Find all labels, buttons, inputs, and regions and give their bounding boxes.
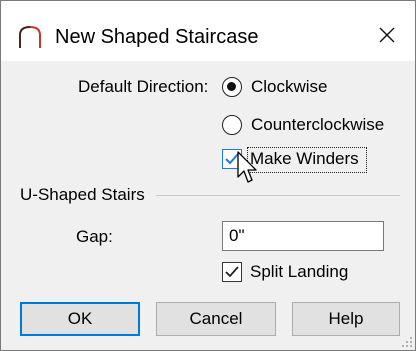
resize-grip-icon[interactable] [401, 336, 413, 348]
make-winders-label[interactable]: Make Winders [250, 149, 359, 169]
staircase-dialog: New Shaped Staircase Default Direction: … [0, 0, 416, 351]
radio-counterclockwise-button[interactable] [222, 115, 242, 135]
radio-clockwise-label[interactable]: Clockwise [251, 77, 328, 97]
split-landing-label[interactable]: Split Landing [250, 262, 348, 282]
close-icon [379, 27, 395, 43]
ok-button[interactable]: OK [20, 302, 140, 336]
default-direction-label: Default Direction: [78, 77, 209, 96]
title-bar: New Shaped Staircase [1, 1, 415, 61]
gap-input[interactable]: 0" [222, 221, 384, 251]
radio-counterclockwise-label[interactable]: Counterclockwise [251, 115, 384, 135]
split-landing-box[interactable] [222, 262, 242, 282]
cancel-button[interactable]: Cancel [156, 302, 276, 336]
help-button[interactable]: Help [292, 302, 400, 336]
group-divider [156, 195, 400, 196]
arch-icon [19, 25, 41, 48]
close-button[interactable] [369, 17, 405, 53]
group-label-u-shaped: U-Shaped Stairs [20, 185, 145, 204]
gap-label: Gap: [76, 227, 113, 246]
dialog-body: Default Direction: Clockwise Countercloc… [1, 61, 415, 350]
checkmark-icon [225, 266, 239, 278]
mouse-cursor-icon [237, 151, 257, 183]
radio-clockwise-button[interactable] [222, 77, 242, 97]
window-title: New Shaped Staircase [55, 26, 259, 48]
